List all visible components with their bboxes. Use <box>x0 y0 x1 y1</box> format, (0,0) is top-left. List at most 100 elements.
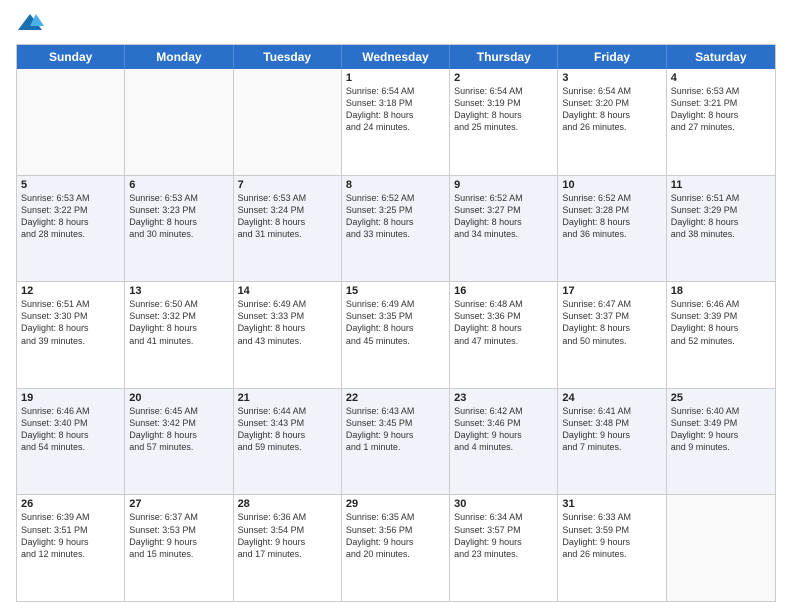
header-day-sunday: Sunday <box>17 45 125 69</box>
day-number: 29 <box>346 498 445 510</box>
day-cell-15: 15Sunrise: 6:49 AM Sunset: 3:35 PM Dayli… <box>342 282 450 388</box>
week-row-2: 12 Sunrise: 6:51 AM Sunset: 3:30 PM Dayli… <box>17 281 775 388</box>
day-number: 12 <box>21 285 120 297</box>
header-day-saturday: Saturday <box>667 45 775 69</box>
day-info: Sunrise: 6:39 AM Sunset: 3:51 PM Dayligh… <box>21 512 90 558</box>
day-number: 13 <box>129 285 228 297</box>
day-number: 2 <box>454 72 553 84</box>
logo-icon <box>16 12 44 36</box>
day-info: Sunrise: 6:50 AM Sunset: 3:32 PM Dayligh… <box>129 299 198 345</box>
day-number: 30 <box>454 498 553 510</box>
day-cell-8: 8Sunrise: 6:52 AM Sunset: 3:25 PM Daylig… <box>342 176 450 282</box>
day-cell-27: 27 Sunrise: 6:37 AM Sunset: 3:53 PM Dayli… <box>125 495 233 601</box>
day-cell-13: 13 Sunrise: 6:50 AM Sunset: 3:32 PM Dayli… <box>125 282 233 388</box>
day-number: 27 <box>129 498 228 510</box>
day-number: 9 <box>454 179 553 191</box>
day-info: Sunrise: 6:35 AM Sunset: 3:56 PM Dayligh… <box>346 512 415 558</box>
day-cell-29: 29 Sunrise: 6:35 AM Sunset: 3:56 PM Dayli… <box>342 495 450 601</box>
day-info: Sunrise: 6:53 AM Sunset: 3:22 PM Dayligh… <box>21 193 90 239</box>
day-cell-24: 24 Sunrise: 6:41 AM Sunset: 3:48 PM Dayli… <box>558 389 666 495</box>
day-number: 21 <box>238 392 337 404</box>
day-number: 20 <box>129 392 228 404</box>
calendar-body: 1 Sunrise: 6:54 AM Sunset: 3:18 PM Daylig… <box>17 69 775 601</box>
day-info: Sunrise: 6:54 AM Sunset: 3:20 PM Dayligh… <box>562 86 631 132</box>
day-cell-22: 22 Sunrise: 6:43 AM Sunset: 3:45 PM Dayli… <box>342 389 450 495</box>
day-info: Sunrise: 6:41 AM Sunset: 3:48 PM Dayligh… <box>562 406 631 452</box>
day-info: Sunrise: 6:46 AM Sunset: 3:40 PM Dayligh… <box>21 406 90 452</box>
day-info: Sunrise: 6:49 AM Sunset: 3:33 PM Dayligh… <box>238 299 307 345</box>
empty-cell-0-0 <box>17 69 125 175</box>
day-cell-28: 28 Sunrise: 6:36 AM Sunset: 3:54 PM Dayli… <box>234 495 342 601</box>
empty-cell-4-6 <box>667 495 775 601</box>
day-info: Sunrise: 6:52 AM Sunset: 3:28 PM Dayligh… <box>562 193 631 239</box>
day-cell-11: 11Sunrise: 6:51 AM Sunset: 3:29 PM Dayli… <box>667 176 775 282</box>
day-info: Sunrise: 6:48 AM Sunset: 3:36 PM Dayligh… <box>454 299 523 345</box>
day-info: Sunrise: 6:33 AM Sunset: 3:59 PM Dayligh… <box>562 512 631 558</box>
week-row-0: 1 Sunrise: 6:54 AM Sunset: 3:18 PM Daylig… <box>17 69 775 175</box>
calendar-header: SundayMondayTuesdayWednesdayThursdayFrid… <box>17 45 775 69</box>
day-number: 10 <box>562 179 661 191</box>
week-row-4: 26 Sunrise: 6:39 AM Sunset: 3:51 PM Dayli… <box>17 494 775 601</box>
day-info: Sunrise: 6:47 AM Sunset: 3:37 PM Dayligh… <box>562 299 631 345</box>
day-cell-23: 23 Sunrise: 6:42 AM Sunset: 3:46 PM Dayli… <box>450 389 558 495</box>
day-cell-1: 1 Sunrise: 6:54 AM Sunset: 3:18 PM Daylig… <box>342 69 450 175</box>
day-cell-26: 26 Sunrise: 6:39 AM Sunset: 3:51 PM Dayli… <box>17 495 125 601</box>
day-number: 18 <box>671 285 771 297</box>
day-number: 24 <box>562 392 661 404</box>
day-number: 17 <box>562 285 661 297</box>
day-number: 16 <box>454 285 553 297</box>
day-info: Sunrise: 6:36 AM Sunset: 3:54 PM Dayligh… <box>238 512 307 558</box>
empty-cell-0-2 <box>234 69 342 175</box>
week-row-3: 19 Sunrise: 6:46 AM Sunset: 3:40 PM Dayli… <box>17 388 775 495</box>
day-info: Sunrise: 6:42 AM Sunset: 3:46 PM Dayligh… <box>454 406 523 452</box>
day-cell-31: 31 Sunrise: 6:33 AM Sunset: 3:59 PM Dayli… <box>558 495 666 601</box>
day-number: 31 <box>562 498 661 510</box>
empty-cell-0-1 <box>125 69 233 175</box>
day-number: 4 <box>671 72 771 84</box>
day-number: 23 <box>454 392 553 404</box>
header-day-tuesday: Tuesday <box>234 45 342 69</box>
day-number: 11 <box>671 179 771 191</box>
day-number: 28 <box>238 498 337 510</box>
day-info: Sunrise: 6:43 AM Sunset: 3:45 PM Dayligh… <box>346 406 415 452</box>
day-number: 26 <box>21 498 120 510</box>
day-info: Sunrise: 6:54 AM Sunset: 3:18 PM Dayligh… <box>346 86 415 132</box>
day-number: 25 <box>671 392 771 404</box>
day-cell-18: 18 Sunrise: 6:46 AM Sunset: 3:39 PM Dayli… <box>667 282 775 388</box>
day-cell-7: 7Sunrise: 6:53 AM Sunset: 3:24 PM Daylig… <box>234 176 342 282</box>
day-cell-10: 10 Sunrise: 6:52 AM Sunset: 3:28 PM Dayli… <box>558 176 666 282</box>
page: SundayMondayTuesdayWednesdayThursdayFrid… <box>0 0 792 612</box>
day-cell-4: 4 Sunrise: 6:53 AM Sunset: 3:21 PM Daylig… <box>667 69 775 175</box>
header-day-thursday: Thursday <box>450 45 558 69</box>
day-cell-25: 25 Sunrise: 6:40 AM Sunset: 3:49 PM Dayli… <box>667 389 775 495</box>
day-number: 6 <box>129 179 228 191</box>
day-number: 19 <box>21 392 120 404</box>
day-info: Sunrise: 6:52 AM Sunset: 3:27 PM Dayligh… <box>454 193 523 239</box>
day-cell-3: 3Sunrise: 6:54 AM Sunset: 3:20 PM Daylig… <box>558 69 666 175</box>
day-cell-17: 17 Sunrise: 6:47 AM Sunset: 3:37 PM Dayli… <box>558 282 666 388</box>
day-info: Sunrise: 6:53 AM Sunset: 3:21 PM Dayligh… <box>671 86 740 132</box>
day-info: Sunrise: 6:51 AM Sunset: 3:30 PM Dayligh… <box>21 299 90 345</box>
day-number: 14 <box>238 285 337 297</box>
day-number: 22 <box>346 392 445 404</box>
day-info: Sunrise: 6:37 AM Sunset: 3:53 PM Dayligh… <box>129 512 198 558</box>
day-cell-14: 14 Sunrise: 6:49 AM Sunset: 3:33 PM Dayli… <box>234 282 342 388</box>
calendar: SundayMondayTuesdayWednesdayThursdayFrid… <box>16 44 776 602</box>
day-info: Sunrise: 6:46 AM Sunset: 3:39 PM Dayligh… <box>671 299 740 345</box>
day-cell-12: 12 Sunrise: 6:51 AM Sunset: 3:30 PM Dayli… <box>17 282 125 388</box>
day-cell-5: 5Sunrise: 6:53 AM Sunset: 3:22 PM Daylig… <box>17 176 125 282</box>
day-info: Sunrise: 6:40 AM Sunset: 3:49 PM Dayligh… <box>671 406 740 452</box>
header-day-friday: Friday <box>558 45 666 69</box>
day-info: Sunrise: 6:54 AM Sunset: 3:19 PM Dayligh… <box>454 86 523 132</box>
day-cell-19: 19 Sunrise: 6:46 AM Sunset: 3:40 PM Dayli… <box>17 389 125 495</box>
header-day-monday: Monday <box>125 45 233 69</box>
day-cell-9: 9 Sunrise: 6:52 AM Sunset: 3:27 PM Daylig… <box>450 176 558 282</box>
day-info: Sunrise: 6:52 AM Sunset: 3:25 PM Dayligh… <box>346 193 415 239</box>
day-number: 7 <box>238 179 337 191</box>
day-cell-2: 2 Sunrise: 6:54 AM Sunset: 3:19 PM Daylig… <box>450 69 558 175</box>
day-cell-6: 6Sunrise: 6:53 AM Sunset: 3:23 PM Daylig… <box>125 176 233 282</box>
day-number: 1 <box>346 72 445 84</box>
logo <box>16 12 48 36</box>
day-cell-20: 20Sunrise: 6:45 AM Sunset: 3:42 PM Dayli… <box>125 389 233 495</box>
week-row-1: 5Sunrise: 6:53 AM Sunset: 3:22 PM Daylig… <box>17 175 775 282</box>
